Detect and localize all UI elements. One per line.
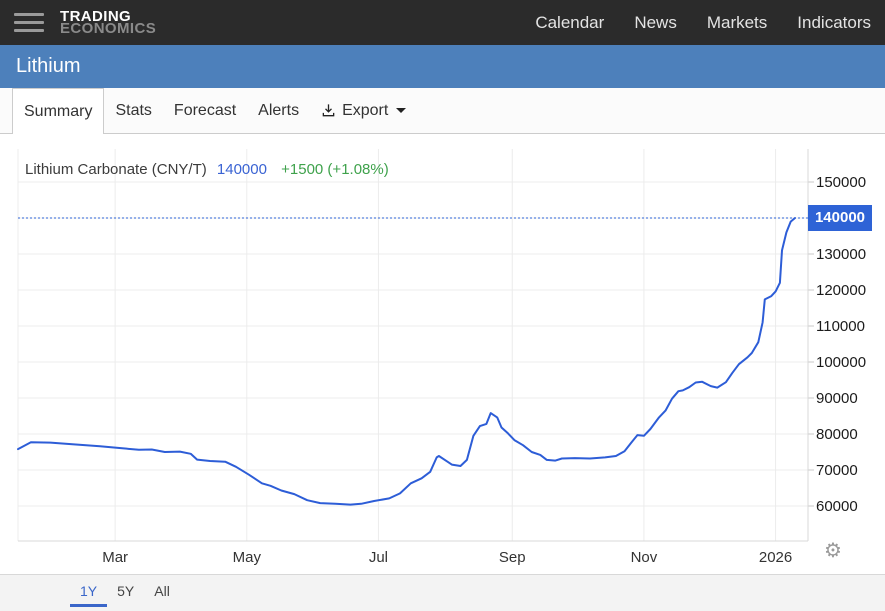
y-axis-label: 80000 — [816, 426, 858, 443]
page-title: Lithium — [16, 55, 80, 78]
tab-label: Forecast — [174, 88, 236, 133]
top-navigation-bar: TRADING ECONOMICS Calendar News Markets Ind… — [0, 0, 885, 45]
trading-economics-logo[interactable]: TRADING ECONOMICS — [60, 11, 156, 35]
x-axis-label: Sep — [499, 549, 526, 566]
download-icon — [321, 103, 336, 118]
hamburger-menu-icon[interactable] — [14, 8, 44, 37]
tab-alerts[interactable]: Alerts — [247, 88, 310, 133]
tab-label: Alerts — [258, 88, 299, 133]
y-axis-label: 90000 — [816, 390, 858, 407]
x-axis-label: Mar — [102, 549, 128, 566]
tab-stats[interactable]: Stats — [104, 88, 162, 133]
range-button-1y[interactable]: 1Y — [70, 576, 107, 607]
hamburger-line — [14, 13, 44, 16]
tab-forecast[interactable]: Forecast — [163, 88, 247, 133]
range-button-5y[interactable]: 5Y — [107, 576, 144, 607]
tab-export[interactable]: Export — [310, 88, 417, 133]
page-title-bar: Lithium — [0, 45, 885, 88]
hamburger-line — [14, 29, 44, 32]
tab-summary[interactable]: Summary — [12, 88, 104, 134]
price-line-chart[interactable]: 60000 70000 80000 90000 100000 110000 120000 13… — [0, 134, 885, 574]
topnav-item-calendar[interactable]: Calendar — [535, 13, 604, 33]
y-axis-label: 130000 — [816, 246, 866, 263]
topnav-item-news[interactable]: News — [634, 13, 677, 33]
y-axis-label: 120000 — [816, 282, 866, 299]
price-value: 140000 — [217, 161, 267, 178]
y-axis-label: 70000 — [816, 462, 858, 479]
hamburger-line — [14, 21, 44, 24]
y-axis-label: 100000 — [816, 354, 866, 371]
gear-icon[interactable]: ⚙ — [824, 538, 842, 563]
instrument-name: Lithium Carbonate (CNY/T) — [25, 161, 207, 178]
last-price-badge: 140000 — [808, 205, 872, 231]
y-axis-label: 110000 — [816, 318, 865, 335]
x-axis-label: 2026 — [759, 549, 792, 566]
tab-bar: Summary Stats Forecast Alerts Export — [0, 88, 885, 134]
x-axis-label: Nov — [631, 549, 658, 566]
tab-label: Stats — [115, 88, 151, 133]
tab-label: Summary — [24, 89, 92, 134]
y-axis-label: 60000 — [816, 498, 858, 515]
x-axis-label: Jul — [369, 549, 388, 566]
topnav-item-indicators[interactable]: Indicators — [797, 13, 871, 33]
range-button-all[interactable]: All — [144, 576, 180, 607]
topnav-links: Calendar News Markets Indicators — [535, 13, 885, 33]
chart-panel: Lithium Carbonate (CNY/T) 140000 +1500 (… — [0, 134, 885, 574]
quote-line: Lithium Carbonate (CNY/T) 140000 +1500 (… — [25, 161, 389, 178]
price-change: +1500 (+1.08%) — [281, 161, 389, 178]
y-axis-label: 150000 — [816, 174, 866, 191]
price-line — [18, 218, 795, 505]
x-axis-label: May — [233, 549, 262, 566]
topnav-item-markets[interactable]: Markets — [707, 13, 767, 33]
range-selector-bar: 1Y5YAll — [0, 574, 885, 611]
tab-label: Export — [342, 88, 388, 133]
logo-line2: ECONOMICS — [60, 23, 156, 35]
chevron-down-icon — [396, 108, 406, 113]
